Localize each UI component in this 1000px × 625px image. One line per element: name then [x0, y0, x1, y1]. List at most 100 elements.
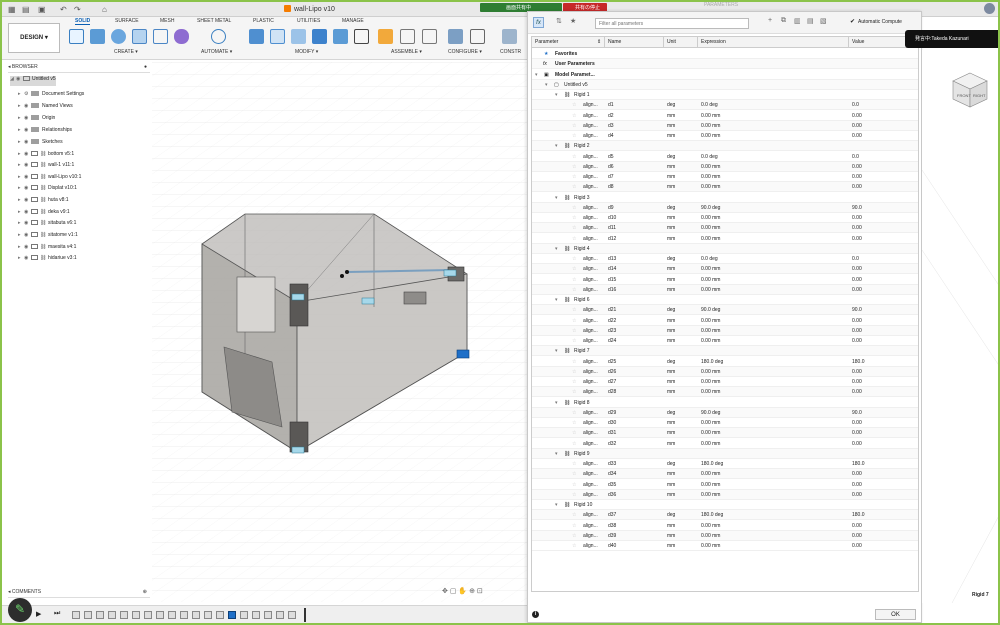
expression-cell[interactable]: 0.00 mm — [701, 172, 720, 182]
table-row[interactable]: ☆ align... d8 mm 0.00 mm 0.00 — [532, 182, 918, 192]
look-at-icon[interactable]: ▢ — [450, 588, 457, 595]
expression-cell[interactable]: 90.0 deg — [701, 203, 720, 213]
copy-icon[interactable]: ⧉ — [781, 17, 786, 25]
component-row[interactable]: ▾ ▢ Untitled v5 — [532, 80, 918, 90]
col-name[interactable]: Name — [608, 39, 621, 45]
table-row[interactable]: ☆ align... d13 deg 0.0 deg 0.0 — [532, 254, 918, 264]
star-icon[interactable]: ☆ — [572, 100, 576, 110]
expand-icon[interactable]: ▾ — [555, 244, 558, 254]
visibility-eye-icon[interactable]: ◉ — [24, 103, 31, 109]
star-icon[interactable]: ☆ — [572, 131, 576, 141]
table-row[interactable]: ☆ align... d10 mm 0.00 mm 0.00 — [532, 213, 918, 223]
star-icon[interactable]: ☆ — [572, 521, 576, 531]
table-row[interactable]: ☆ align... d36 mm 0.00 mm 0.00 — [532, 490, 918, 500]
browser-item[interactable]: ▸ ◉ ⛓ wall-Lipo v10:1 — [18, 174, 81, 184]
browser-item[interactable]: ▸ ◉ ⛓ hidariue v3:1 — [18, 255, 77, 265]
expression-cell[interactable]: 0.00 mm — [701, 213, 720, 223]
star-icon[interactable]: ☆ — [572, 213, 576, 223]
combine-icon[interactable] — [312, 29, 327, 44]
pattern-icon[interactable] — [153, 29, 168, 44]
table-row[interactable]: ☆ align... d23 mm 0.00 mm 0.00 — [532, 326, 918, 336]
table-row[interactable]: ☆ align... d14 mm 0.00 mm 0.00 — [532, 264, 918, 274]
star-icon[interactable]: ☆ — [572, 469, 576, 479]
add-comment-icon[interactable]: ⊕ — [143, 589, 147, 595]
expression-cell[interactable]: 0.00 mm — [701, 439, 720, 449]
avatar[interactable] — [984, 3, 995, 14]
scale-icon[interactable] — [333, 29, 348, 44]
joint-group-row[interactable]: ▾ ⛓ Rigid 8 — [532, 398, 918, 408]
step-end-icon[interactable]: ⏭ — [54, 610, 60, 618]
group-construct[interactable]: CONSTR — [500, 49, 521, 55]
table-row[interactable]: ☆ align... d31 mm 0.00 mm 0.00 — [532, 428, 918, 438]
expand-icon[interactable]: ▾ — [555, 90, 558, 100]
table-row[interactable]: ☆ align... d12 mm 0.00 mm 0.00 — [532, 234, 918, 244]
expression-cell[interactable]: 0.00 mm — [701, 531, 720, 541]
table-row[interactable]: ☆ align... d1 deg 0.0 deg 0.0 — [532, 100, 918, 110]
visibility-eye-icon[interactable]: ◉ — [24, 174, 31, 180]
revolve-icon[interactable] — [111, 29, 126, 44]
table-row[interactable]: ☆ align... d7 mm 0.00 mm 0.00 — [532, 172, 918, 182]
browser-item[interactable]: ▸ ◉ ⛓ wall-1 v11:1 — [18, 162, 74, 172]
table-row[interactable]: ☆ align... d25 deg 180.0 deg 180.0 — [532, 357, 918, 367]
expression-cell[interactable]: 0.00 mm — [701, 541, 720, 551]
joint-group-row[interactable]: ▾ ⛓ Rigid 6 — [532, 295, 918, 305]
timeline-feature[interactable] — [240, 611, 248, 619]
browser-root-component[interactable]: ◢ ◉ Untitled v5 — [10, 76, 56, 86]
expression-cell[interactable]: 0.00 mm — [701, 521, 720, 531]
auto-compute-checkbox[interactable]: ✔ Automatic Compute — [850, 19, 902, 25]
fillet-icon[interactable] — [270, 29, 285, 44]
table-row[interactable]: ☆ align... d2 mm 0.00 mm 0.00 — [532, 111, 918, 121]
col-unit[interactable]: Unit — [667, 39, 676, 45]
expression-cell[interactable]: 0.00 mm — [701, 275, 720, 285]
expression-cell[interactable]: 0.00 mm — [701, 469, 720, 479]
hole-icon[interactable] — [132, 29, 147, 44]
browser-item[interactable]: ▸ ⚙ Document Settings — [18, 91, 84, 101]
star-icon[interactable]: ☆ — [572, 275, 576, 285]
expression-cell[interactable]: 180.0 deg — [701, 510, 723, 520]
expression-cell[interactable]: 0.00 mm — [701, 326, 720, 336]
expression-cell[interactable]: 0.00 mm — [701, 316, 720, 326]
timeline-feature[interactable] — [288, 611, 296, 619]
viewcube[interactable]: FRONT RIGHT — [950, 70, 990, 110]
expression-cell[interactable]: 0.00 mm — [701, 387, 720, 397]
joint-icon[interactable] — [400, 29, 415, 44]
tab-manage[interactable]: MANAGE — [342, 18, 364, 24]
visibility-eye-icon[interactable]: ◉ — [24, 151, 31, 157]
table-row[interactable]: ☆ align... d16 mm 0.00 mm 0.00 — [532, 285, 918, 295]
table-row[interactable]: ☆ align... d28 mm 0.00 mm 0.00 — [532, 387, 918, 397]
press-pull-icon[interactable] — [249, 29, 264, 44]
favorites-row[interactable]: ★ Favorites — [532, 49, 918, 59]
star-icon[interactable]: ☆ — [572, 490, 576, 500]
pin-icon[interactable]: ● — [144, 64, 147, 70]
play-icon[interactable]: ▶ — [36, 610, 41, 618]
expression-cell[interactable]: 0.00 mm — [701, 367, 720, 377]
star-icon[interactable]: ☆ — [572, 172, 576, 182]
visibility-eye-icon[interactable]: ◉ — [24, 115, 31, 121]
joint-group-row[interactable]: ▾ ⛓ Rigid 7 — [532, 346, 918, 356]
timeline-marker[interactable] — [304, 608, 306, 622]
expression-cell[interactable]: 90.0 deg — [701, 408, 720, 418]
table-icon[interactable] — [470, 29, 485, 44]
visibility-eye-icon[interactable]: ◉ — [24, 244, 31, 250]
edit-pencil-button[interactable]: ✎ — [8, 598, 32, 622]
browser-item[interactable]: ▸ ◉ Sketches — [18, 139, 63, 149]
timeline-feature[interactable] — [192, 611, 200, 619]
star-icon[interactable]: ☆ — [572, 223, 576, 233]
table-row[interactable]: ☆ align... d21 deg 90.0 deg 90.0 — [532, 305, 918, 315]
model-canvas[interactable] — [152, 62, 527, 602]
delete-icon[interactable]: ▥ — [794, 17, 801, 25]
expression-cell[interactable]: 0.00 mm — [701, 428, 720, 438]
star-icon[interactable]: ☆ — [572, 357, 576, 367]
table-row[interactable]: ☆ align... d32 mm 0.00 mm 0.00 — [532, 439, 918, 449]
expression-cell[interactable]: 0.0 deg — [701, 254, 718, 264]
visibility-eye-icon[interactable]: ◉ — [24, 232, 31, 238]
timeline-feature[interactable] — [156, 611, 164, 619]
expression-cell[interactable]: 0.0 deg — [701, 100, 718, 110]
expression-cell[interactable]: 0.00 mm — [701, 336, 720, 346]
star-icon[interactable]: ☆ — [572, 387, 576, 397]
expression-cell[interactable]: 0.00 mm — [701, 377, 720, 387]
table-row[interactable]: ☆ align... d35 mm 0.00 mm 0.00 — [532, 480, 918, 490]
visibility-eye-icon[interactable]: ◉ — [24, 220, 31, 226]
table-row[interactable]: ☆ align... d3 mm 0.00 mm 0.00 — [532, 121, 918, 131]
timeline-feature[interactable] — [168, 611, 176, 619]
